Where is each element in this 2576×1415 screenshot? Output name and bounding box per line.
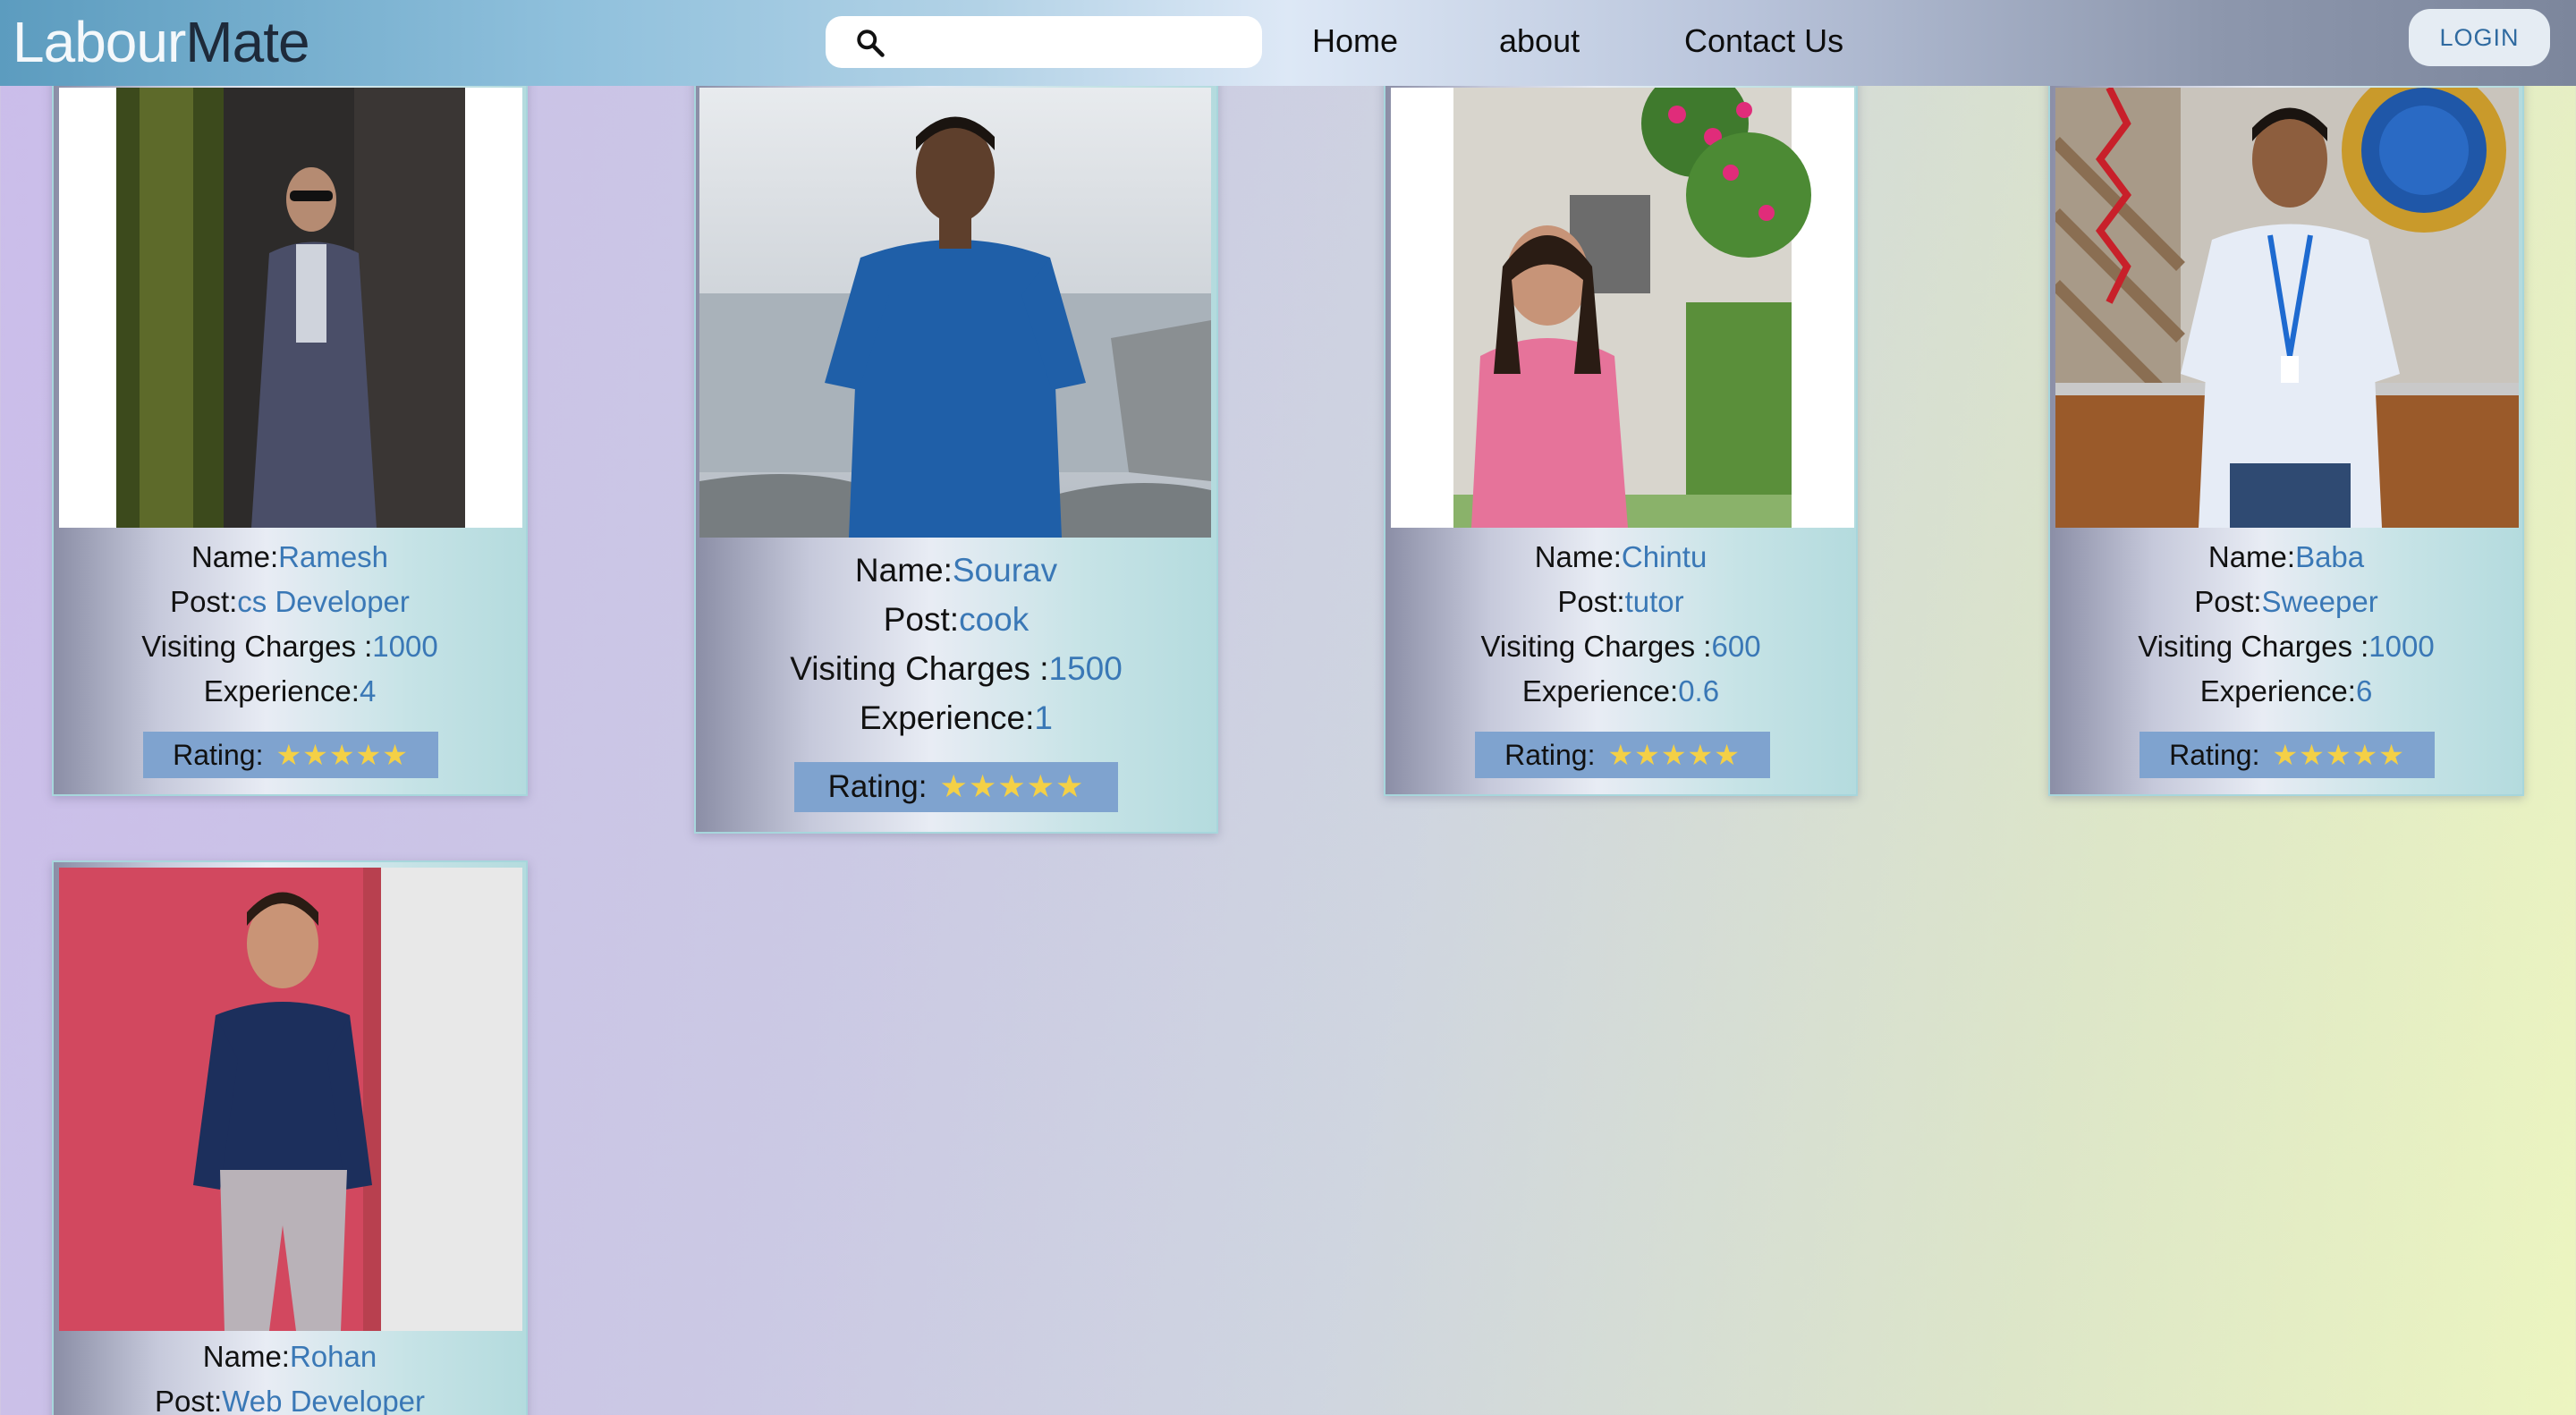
worker-photo <box>1391 88 1854 528</box>
worker-card[interactable]: Name:Ramesh Post:cs Developer Visiting C… <box>52 75 528 796</box>
worker-experience: 4 <box>359 674 377 708</box>
brand-logo[interactable]: LabourMate <box>13 9 310 75</box>
rating-label: Rating: <box>173 738 264 771</box>
name-label: Name: <box>2207 540 2296 573</box>
rating-stars-icon: ★★★★★ <box>2272 739 2405 771</box>
charges-label: Visiting Charges : <box>141 630 373 663</box>
experience-label: Experience: <box>2199 674 2356 708</box>
worker-name: Baba <box>2295 540 2365 573</box>
worker-photo <box>59 868 522 1331</box>
rating-label: Rating: <box>1504 738 1596 771</box>
worker-photo <box>2055 88 2519 528</box>
worker-post: cook <box>959 601 1030 638</box>
worker-info: Name:Sourav Post:cook Visiting Charges :… <box>696 546 1216 742</box>
worker-experience: 0.6 <box>1678 674 1720 708</box>
worker-card[interactable]: Name:Rohan Post:Web Developer <box>52 860 528 1415</box>
worker-name: Rohan <box>289 1340 377 1373</box>
worker-experience: 1 <box>1034 699 1053 736</box>
nav-link-contact-us[interactable]: Contact Us <box>1684 21 1843 61</box>
search-icon <box>854 27 886 59</box>
rating-stars-icon: ★★★★★ <box>1607 739 1741 771</box>
rating-badge: Rating: ★★★★★ <box>794 762 1118 812</box>
nav-link-home[interactable]: Home <box>1312 21 1398 61</box>
search-input[interactable] <box>897 23 1246 61</box>
rating-stars-icon: ★★★★★ <box>275 739 409 771</box>
post-label: Post: <box>1557 585 1625 618</box>
rating-label: Rating: <box>827 769 928 804</box>
worker-name: Sourav <box>952 552 1058 589</box>
nav-link-about[interactable]: about <box>1499 21 1580 61</box>
worker-photo <box>59 88 522 528</box>
post-label: Post: <box>154 1385 223 1415</box>
login-button[interactable]: LOGIN <box>2409 9 2550 66</box>
experience-label: Experience: <box>860 699 1035 736</box>
rating-badge: Rating: ★★★★★ <box>2140 732 2435 778</box>
name-label: Name: <box>854 552 953 589</box>
worker-charges: 600 <box>1711 630 1761 663</box>
worker-name: Chintu <box>1621 540 1707 573</box>
worker-experience: 6 <box>2355 674 2373 708</box>
rating-badge: Rating: ★★★★★ <box>1475 732 1770 778</box>
name-label: Name: <box>202 1340 290 1373</box>
worker-charges: 1500 <box>1048 650 1123 687</box>
rating-label: Rating: <box>2169 738 2260 771</box>
worker-card[interactable]: Name:Sourav Post:cook Visiting Charges :… <box>694 75 1218 834</box>
brand-name-part1: Labour <box>13 10 186 74</box>
search-bar[interactable] <box>826 16 1262 68</box>
experience-label: Experience: <box>1521 674 1679 708</box>
charges-label: Visiting Charges : <box>1480 630 1712 663</box>
brand-name-part2: Mate <box>185 10 309 74</box>
worker-charges: 1000 <box>372 630 438 663</box>
navbar: LabourMate Home about Contact Us LOGIN <box>0 0 2576 86</box>
experience-label: Experience: <box>203 674 360 708</box>
charges-label: Visiting Charges : <box>790 650 1049 687</box>
worker-post: Sweeper <box>2261 585 2378 618</box>
worker-post: Web Developer <box>222 1385 426 1415</box>
worker-info: Name:Chintu Post:tutor Visiting Charges … <box>1385 535 1856 714</box>
worker-card[interactable]: Name:Chintu Post:tutor Visiting Charges … <box>1384 75 1858 796</box>
post-label: Post: <box>170 585 238 618</box>
worker-post: cs Developer <box>237 585 410 618</box>
rating-badge: Rating: ★★★★★ <box>143 732 438 778</box>
worker-name: Ramesh <box>278 540 389 573</box>
worker-info: Name:Ramesh Post:cs Developer Visiting C… <box>54 535 526 714</box>
post-label: Post: <box>2194 585 2262 618</box>
post-label: Post: <box>883 601 960 638</box>
worker-photo <box>699 88 1211 538</box>
worker-post: tutor <box>1624 585 1684 618</box>
worker-charges: 1000 <box>2368 630 2435 663</box>
name-label: Name: <box>191 540 279 573</box>
name-label: Name: <box>1534 540 1622 573</box>
rating-stars-icon: ★★★★★ <box>939 769 1085 804</box>
worker-info: Name:Baba Post:Sweeper Visiting Charges … <box>2050 535 2522 714</box>
worker-info: Name:Rohan Post:Web Developer <box>54 1335 526 1415</box>
charges-label: Visiting Charges : <box>2138 630 2369 663</box>
worker-card[interactable]: Name:Baba Post:Sweeper Visiting Charges … <box>2048 75 2524 796</box>
